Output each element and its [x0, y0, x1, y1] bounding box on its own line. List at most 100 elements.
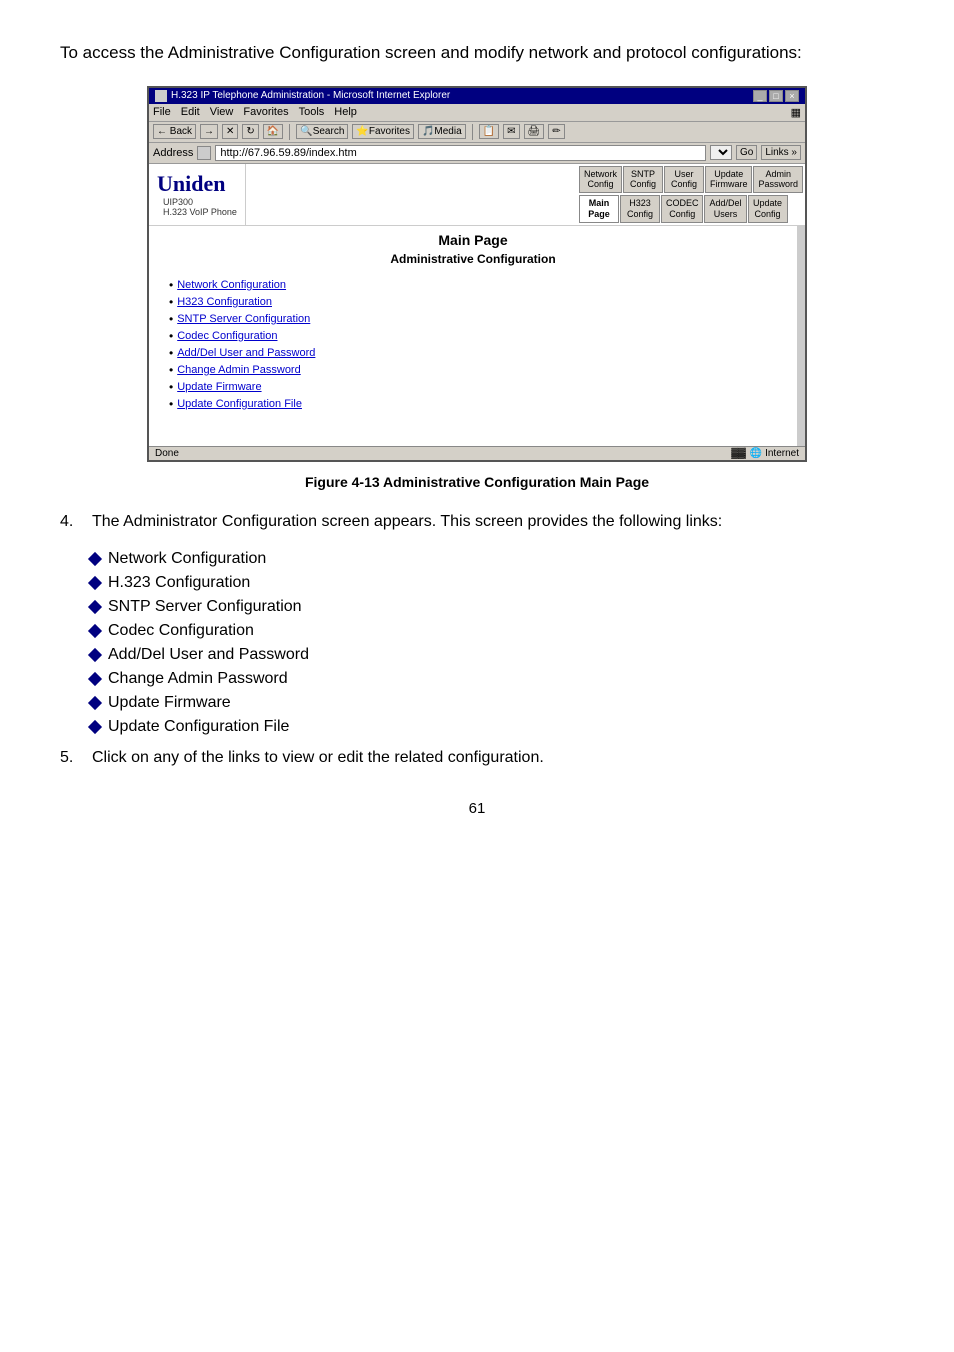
list-item-changeadmin: Change Admin Password — [169, 363, 787, 377]
nav-tab-sntp-config[interactable]: SNTPConfig — [623, 166, 663, 194]
address-dropdown[interactable] — [710, 145, 732, 160]
close-button[interactable]: × — [785, 90, 799, 102]
menu-edit[interactable]: Edit — [181, 106, 200, 119]
bullet-text-4: Add/Del User and Password — [108, 646, 309, 664]
list-item-adddel: Add/Del User and Password — [169, 346, 787, 360]
bullet-text-2: SNTP Server Configuration — [108, 598, 302, 616]
bullet-text-3: Codec Configuration — [108, 622, 254, 640]
history-button[interactable]: 📋 — [479, 124, 499, 139]
mail-button[interactable]: ✉ — [503, 124, 519, 139]
menu-file[interactable]: File — [153, 106, 171, 119]
list-item-network: Network Configuration — [169, 278, 787, 292]
features-bullet-list: Network Configuration H.323 Configuratio… — [90, 550, 894, 736]
step4-section: 4. The Administrator Configuration scree… — [60, 510, 894, 534]
search-button[interactable]: 🔍Search — [296, 124, 348, 139]
nav-tab-user-config[interactable]: UserConfig — [664, 166, 704, 194]
nav-tab-network-config[interactable]: NetworkConfig — [579, 166, 622, 194]
nav-tabs-row1: NetworkConfig SNTPConfig UserConfig Upda… — [579, 166, 803, 194]
browser-icon — [155, 90, 167, 102]
browser-window: H.323 IP Telephone Administration - Micr… — [147, 86, 807, 462]
nav-tab-update-config[interactable]: UpdateConfig — [748, 195, 788, 223]
step4-item: 4. The Administrator Configuration scree… — [60, 510, 894, 534]
bullet-item-3: Codec Configuration — [90, 622, 894, 640]
phone-subtitle: H.323 VoIP Phone — [163, 207, 237, 217]
address-label: Address — [153, 147, 193, 159]
edit-button[interactable]: ✏ — [548, 124, 564, 139]
intro-paragraph: To access the Administrative Configurati… — [60, 40, 894, 66]
diamond-bullet-icon — [88, 696, 102, 710]
favorites-button[interactable]: ⭐Favorites — [352, 124, 414, 139]
list-item-codec: Codec Configuration — [169, 329, 787, 343]
config-link-list: Network Configuration H323 Configuration… — [159, 278, 787, 411]
menu-tools[interactable]: Tools — [299, 106, 325, 119]
refresh-button[interactable]: ↻ — [242, 124, 258, 139]
link-network-config[interactable]: Network Configuration — [177, 279, 286, 291]
bullet-text-1: H.323 Configuration — [108, 574, 250, 592]
maximize-button[interactable]: □ — [769, 90, 783, 102]
phone-model: UIP300 — [163, 197, 237, 207]
step5-section: 5. Click on any of the links to view or … — [60, 746, 894, 770]
list-item-sntp: SNTP Server Configuration — [169, 312, 787, 326]
link-adddel-user[interactable]: Add/Del User and Password — [177, 347, 315, 359]
bullet-text-7: Update Configuration File — [108, 718, 289, 736]
go-button[interactable]: Go — [736, 145, 757, 160]
link-update-config-file[interactable]: Update Configuration File — [177, 398, 302, 410]
diamond-bullet-icon — [88, 624, 102, 638]
bullet-item-7: Update Configuration File — [90, 718, 894, 736]
status-internet: 🌐 Internet — [750, 448, 799, 459]
bullet-item-1: H.323 Configuration — [90, 574, 894, 592]
minimize-button[interactable]: _ — [753, 90, 767, 102]
step4-number: 4. — [60, 510, 84, 534]
bullet-text-6: Update Firmware — [108, 694, 231, 712]
nav-tab-admin-password[interactable]: AdminPassword — [753, 166, 803, 194]
logo-text: Uniden — [157, 171, 237, 197]
menu-view[interactable]: View — [210, 106, 234, 119]
menu-icon-area: ▦ — [791, 106, 801, 119]
titlebar-controls[interactable]: _ □ × — [753, 90, 799, 102]
link-sntp-config[interactable]: SNTP Server Configuration — [177, 313, 310, 325]
address-icon — [197, 146, 211, 160]
nav-tab-h323-config[interactable]: H323Config — [620, 195, 660, 223]
address-input[interactable] — [215, 145, 706, 161]
bullet-text-0: Network Configuration — [108, 550, 266, 568]
link-change-admin[interactable]: Change Admin Password — [177, 364, 301, 376]
logo-area: Uniden UIP300 H.323 VoIP Phone — [149, 164, 246, 225]
page-number: 61 — [60, 800, 894, 817]
diamond-bullet-icon — [88, 648, 102, 662]
menu-favorites[interactable]: Favorites — [243, 106, 288, 119]
print-button[interactable]: 🖨 — [524, 124, 545, 139]
link-h323-config[interactable]: H323 Configuration — [177, 296, 272, 308]
nav-tab-main-page[interactable]: MainPage — [579, 195, 619, 223]
links-button[interactable]: Links » — [761, 145, 801, 160]
media-button[interactable]: 🎵Media — [418, 124, 466, 139]
step4-text: The Administrator Configuration screen a… — [92, 510, 722, 534]
status-left: Done — [155, 448, 179, 459]
admin-config-subtitle: Administrative Configuration — [159, 252, 787, 266]
link-update-firmware[interactable]: Update Firmware — [177, 381, 261, 393]
nav-tab-update-firmware[interactable]: UpdateFirmware — [705, 166, 753, 194]
menu-help[interactable]: Help — [334, 106, 357, 119]
browser-header: Uniden UIP300 H.323 VoIP Phone NetworkCo… — [149, 164, 805, 226]
link-codec-config[interactable]: Codec Configuration — [177, 330, 277, 342]
back-button[interactable]: ← Back — [153, 124, 196, 139]
browser-statusbar: Done ▓▓ 🌐 Internet — [149, 446, 805, 460]
main-page-title: Main Page — [159, 232, 787, 248]
toolbar-separator — [289, 124, 290, 140]
nav-tab-codec-config[interactable]: CODECConfig — [661, 195, 704, 223]
home-button[interactable]: 🏠 — [263, 124, 283, 139]
status-progress: ▓▓ — [731, 448, 746, 459]
diamond-bullet-icon — [88, 672, 102, 686]
browser-menubar: File Edit View Favorites Tools Help ▦ — [149, 104, 805, 122]
toolbar-separator2 — [472, 124, 473, 140]
titlebar-left: H.323 IP Telephone Administration - Micr… — [155, 90, 450, 102]
forward-button[interactable]: → — [200, 124, 218, 139]
bullet-item-5: Change Admin Password — [90, 670, 894, 688]
bullet-item-6: Update Firmware — [90, 694, 894, 712]
figure-caption: Figure 4-13 Administrative Configuration… — [60, 474, 894, 490]
browser-title: H.323 IP Telephone Administration - Micr… — [171, 90, 450, 101]
main-content: Main Page Administrative Configuration N… — [149, 226, 805, 446]
step5-number: 5. — [60, 746, 84, 770]
stop-button[interactable]: ✕ — [222, 124, 238, 139]
nav-tab-add-del-users[interactable]: Add/DelUsers — [704, 195, 746, 223]
statusbar-right: ▓▓ 🌐 Internet — [731, 448, 799, 459]
